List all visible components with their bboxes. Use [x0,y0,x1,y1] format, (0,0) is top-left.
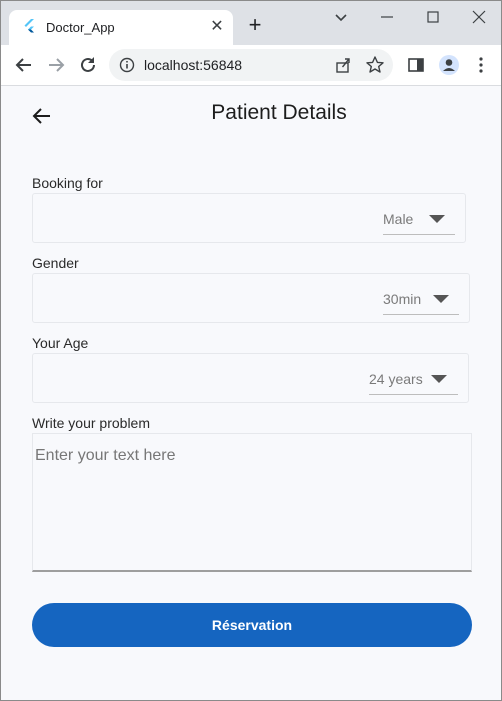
maximize-icon[interactable] [421,5,445,29]
address-bar[interactable]: localhost:56848 [109,49,393,81]
age-value: 24 years [369,371,423,387]
star-icon[interactable] [365,55,385,75]
patient-details-page: Patient Details Booking for Male Gender … [1,87,501,700]
browser-window: Doctor_App ✕ + localhost:56848 Patient D… [0,0,502,701]
booking-for-value: Male [383,211,414,227]
gender-label: Gender [32,255,79,271]
dropdown-caret-icon [429,215,445,223]
arrow-left-icon[interactable] [13,54,35,76]
age-label: Your Age [32,335,89,351]
browser-tab[interactable]: Doctor_App ✕ [9,10,233,45]
dropdown-caret-icon [431,375,447,383]
gender-dropdown[interactable]: 30min [383,285,459,315]
flutter-icon [24,19,34,33]
tab-strip: Doctor_App ✕ + [1,1,501,45]
page-title: Patient Details [211,101,347,124]
close-tab-icon[interactable]: ✕ [209,19,225,35]
booking-for-field: Male [32,193,466,243]
minimize-icon[interactable] [375,5,399,29]
age-field: 24 years [32,353,469,403]
kebab-menu-icon[interactable] [471,55,491,75]
share-icon[interactable] [334,56,352,74]
url-text[interactable]: localhost:56848 [144,57,242,73]
age-dropdown[interactable]: 24 years [369,365,458,395]
close-window-icon[interactable] [467,5,491,29]
gender-value: 30min [383,291,422,307]
side-panel-icon[interactable] [406,55,426,75]
profile-icon[interactable] [438,54,460,76]
new-tab-icon[interactable]: + [244,14,266,37]
tab-search-icon[interactable] [329,5,353,29]
booking-for-label: Booking for [32,175,103,191]
problem-field [32,433,472,572]
booking-for-dropdown[interactable]: Male [383,205,455,235]
problem-textarea[interactable] [33,434,471,570]
reservation-button[interactable]: Réservation [32,603,472,647]
arrow-right-icon[interactable] [45,54,67,76]
info-icon[interactable] [119,57,135,73]
browser-toolbar: localhost:56848 [1,45,501,86]
gender-field: 30min [32,273,470,323]
problem-label: Write your problem [32,415,151,431]
reload-icon[interactable] [77,54,99,76]
tab-title: Doctor_App [46,20,115,35]
dropdown-caret-icon [433,295,449,303]
